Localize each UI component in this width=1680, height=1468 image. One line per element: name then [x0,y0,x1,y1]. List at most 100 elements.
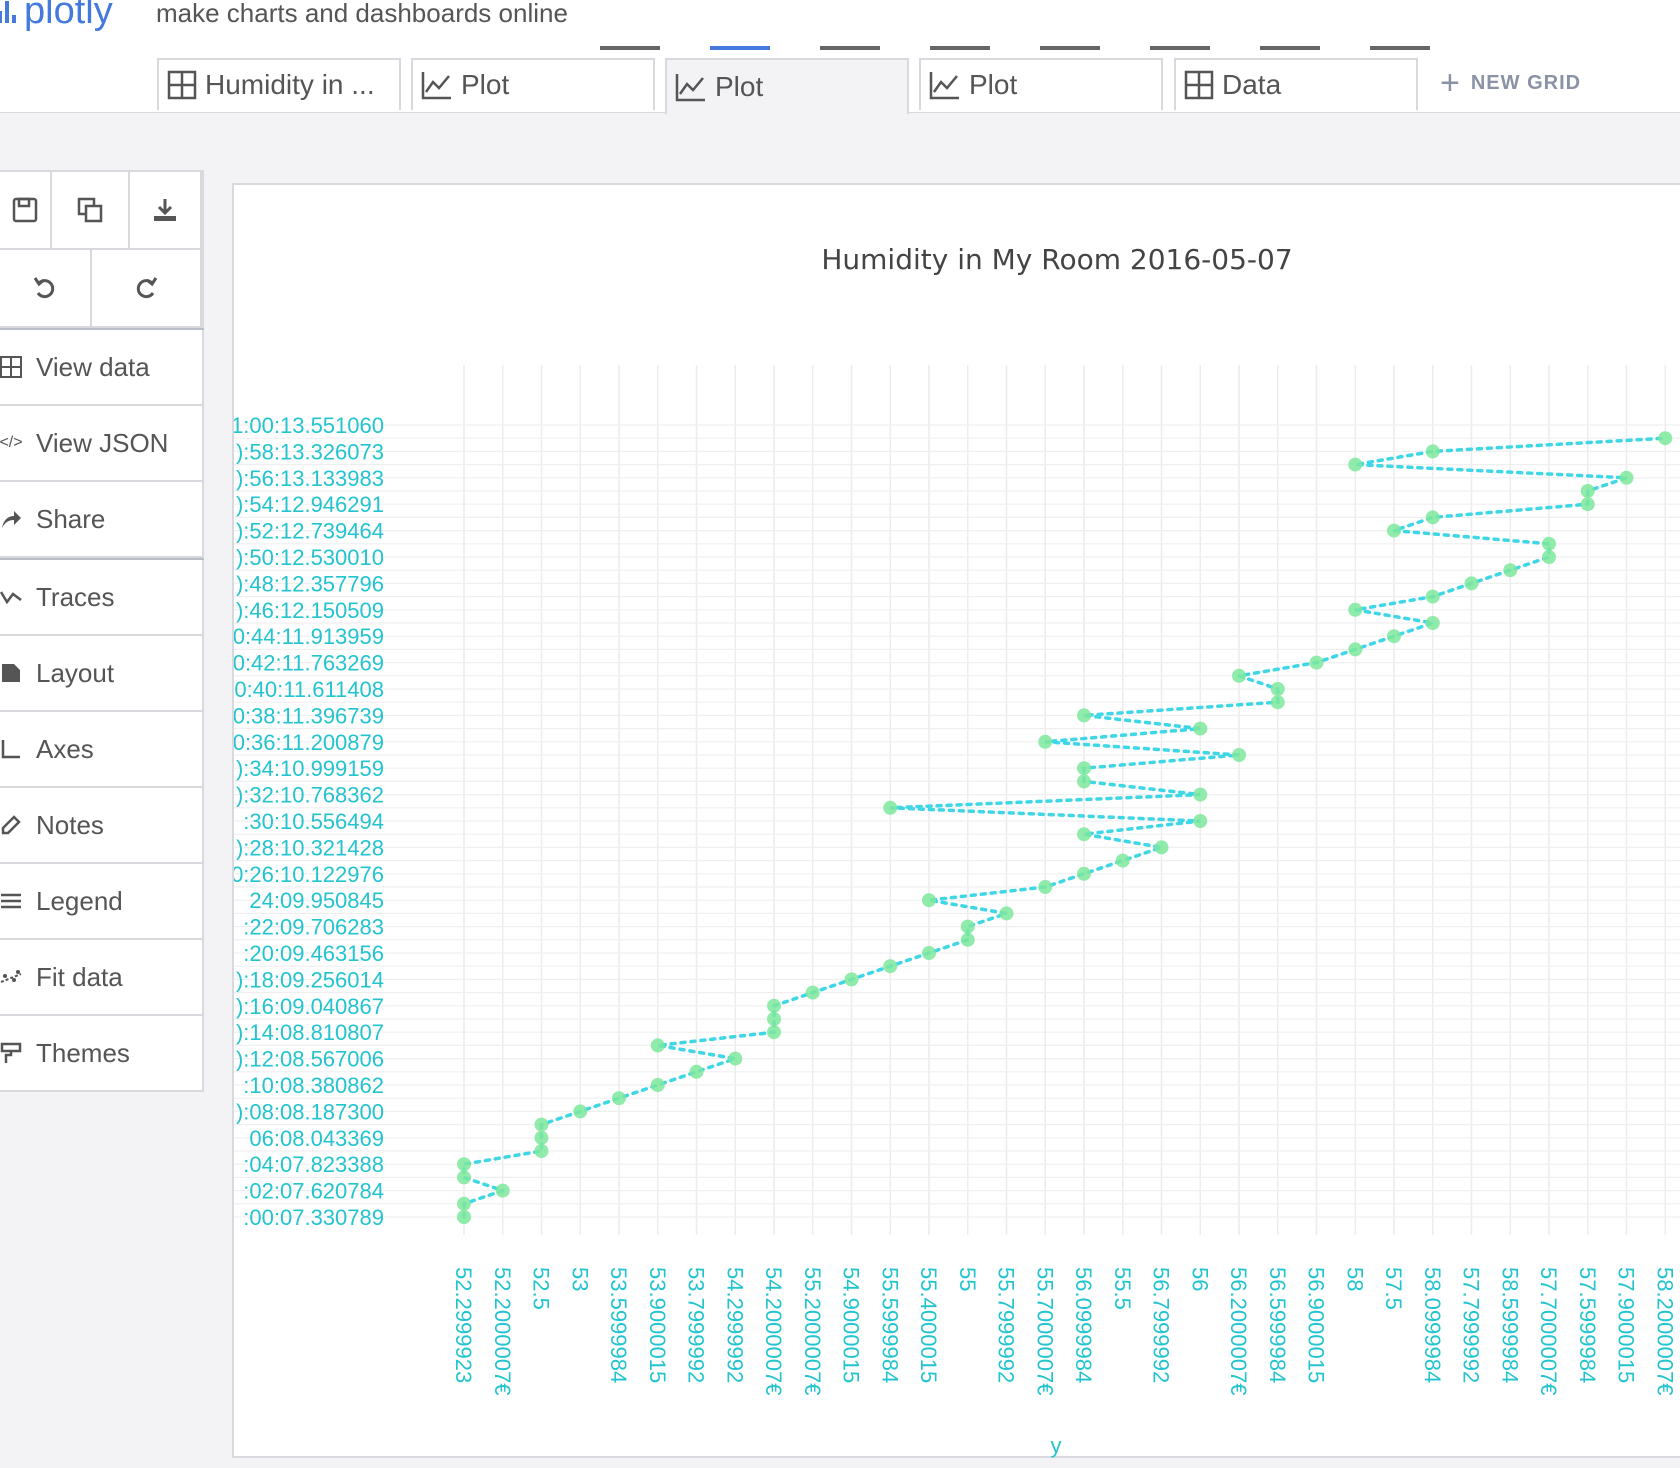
menu-share[interactable]: Share [0,482,204,558]
data-point[interactable] [1309,655,1324,670]
menu-view-json[interactable]: </> View JSON [0,406,204,482]
data-point[interactable] [922,946,936,960]
data-point[interactable] [534,1117,549,1132]
data-point[interactable] [1193,814,1208,828]
data-point[interactable] [1348,602,1363,617]
logo-text: plotly [24,0,113,32]
menu-legend[interactable]: Legend [0,864,204,940]
menu-themes[interactable]: Themes [0,1016,204,1092]
menu-notes[interactable]: Notes [0,788,204,864]
tab-plot-3[interactable]: Plot [919,58,1163,110]
x-tick-label: 54.9000015 [839,1267,864,1383]
data-point[interactable] [1193,787,1208,802]
y-tick-label: 06:08.043369 [249,1126,384,1151]
data-point[interactable] [1077,866,1091,881]
data-point[interactable] [1464,576,1479,591]
data-point[interactable] [1387,629,1401,644]
x-tick-label: 53.7999992 [684,1267,709,1383]
menu-layout[interactable]: Layout [0,636,204,712]
data-point[interactable] [1580,484,1595,498]
data-point[interactable] [883,959,898,974]
data-point[interactable] [689,1064,704,1079]
data-point[interactable] [1387,523,1401,538]
x-tick-label: 56.7999992 [1149,1267,1174,1383]
copy-button[interactable] [52,172,130,248]
x-tick-label: 57.7999992 [1459,1267,1484,1383]
data-point[interactable] [1077,774,1091,789]
tab-plot-2[interactable]: Plot [665,58,909,114]
data-point[interactable] [457,1157,471,1172]
x-tick-label: 58.2000007€ [1652,1267,1677,1395]
x-tick-label: 53 [567,1267,592,1291]
data-point[interactable] [922,893,936,908]
data-point[interactable] [805,985,820,1000]
tab-data[interactable]: Data [1174,58,1418,110]
data-point[interactable] [1115,853,1130,868]
data-point[interactable] [457,1170,471,1185]
data-point[interactable] [457,1196,471,1211]
data-point[interactable] [767,1012,781,1026]
new-grid-button[interactable]: + NEW GRID [1440,64,1581,103]
data-point[interactable] [457,1210,471,1224]
data-point[interactable] [1193,721,1208,736]
data-point[interactable] [1232,748,1246,762]
data-point[interactable] [612,1091,626,1106]
data-point[interactable] [767,998,781,1013]
data-point[interactable] [495,1183,510,1198]
data-point[interactable] [1270,682,1285,696]
data-point[interactable] [1348,457,1363,472]
data-point[interactable] [1038,734,1053,749]
menu-view-data[interactable]: View data [0,330,204,406]
data-point[interactable] [534,1144,549,1158]
data-point[interactable] [1580,497,1595,512]
tab-plot-1[interactable]: Plot [411,58,655,110]
data-point[interactable] [1425,589,1440,604]
chart-svg[interactable]: 1:00:13.551060):58:13.326073):56:13.1339… [234,185,1680,1460]
menu-traces[interactable]: Traces [0,560,204,636]
data-point[interactable] [1077,761,1091,776]
save-button[interactable] [0,172,52,248]
undo-button[interactable] [0,250,92,326]
data-point[interactable] [1232,668,1246,683]
data-point[interactable] [573,1104,588,1119]
redo-button[interactable] [92,250,202,326]
menu-fit-data[interactable]: Fit data [0,940,204,1016]
tab-humidity[interactable]: Humidity in ... [157,58,401,110]
data-point[interactable] [1542,536,1556,551]
y-tick-label: :00:07.330789 [243,1205,384,1230]
menu-label: Share [36,503,106,534]
download-button[interactable] [130,172,202,248]
data-point[interactable] [1425,616,1440,630]
data-point[interactable] [1077,827,1091,842]
data-point[interactable] [1619,470,1634,485]
data-point[interactable] [767,1025,781,1040]
menu-axes[interactable]: Axes [0,712,204,788]
data-point[interactable] [844,972,859,987]
data-point[interactable] [1270,695,1285,710]
data-point[interactable] [999,906,1014,921]
data-point[interactable] [534,1130,549,1145]
logo-bars-icon [0,0,18,23]
menu-label: Layout [36,657,115,688]
data-point[interactable] [1425,444,1440,459]
data-point[interactable] [960,932,975,947]
x-tick-label: 55.4000015 [916,1267,941,1383]
data-point[interactable] [1542,550,1556,564]
data-point[interactable] [1154,840,1169,855]
data-point[interactable] [1425,510,1440,525]
data-point[interactable] [960,919,975,934]
y-tick-label: :20:09.463156 [243,941,384,966]
data-point[interactable] [1348,642,1363,657]
sidebar: View data </> View JSON Share Traces Lay… [0,170,204,1092]
data-point[interactable] [1658,431,1673,446]
data-point[interactable] [883,800,898,815]
data-point[interactable] [650,1038,665,1053]
data-point[interactable] [728,1051,743,1066]
data-point[interactable] [650,1078,665,1092]
plotly-logo[interactable]: plotly [0,0,113,33]
x-tick-label: 57.7000007€ [1536,1267,1561,1395]
save-icon [12,197,38,223]
data-point[interactable] [1077,708,1091,723]
data-point[interactable] [1503,563,1518,578]
data-point[interactable] [1038,880,1053,894]
